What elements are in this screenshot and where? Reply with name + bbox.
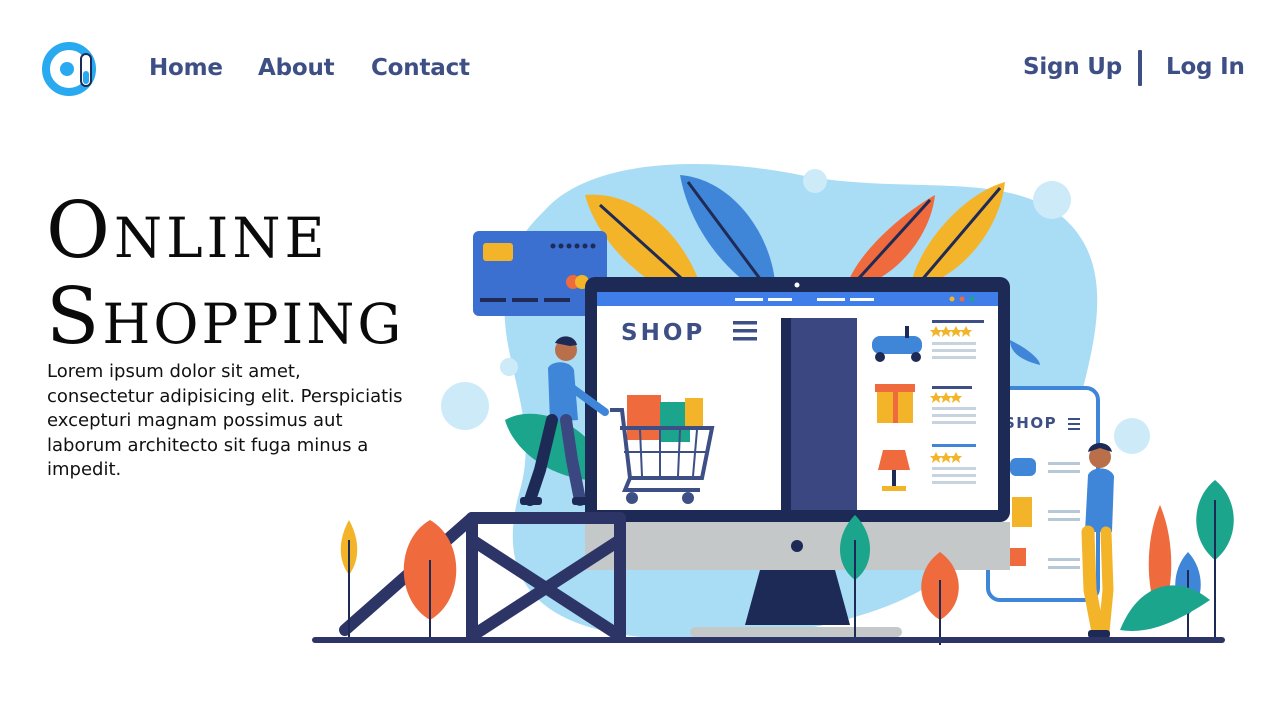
ground-line [312, 637, 1225, 643]
gift-icon [875, 384, 915, 423]
desktop-shop-label: SHOP [621, 320, 705, 346]
nav-contact-link[interactable]: Contact [371, 54, 470, 82]
log-in-link[interactable]: Log In [1166, 53, 1245, 81]
nav-home-link[interactable]: Home [149, 54, 223, 82]
nav-divider [1138, 50, 1142, 86]
logo-icon[interactable] [42, 41, 98, 97]
online-shopping-illustration: SHOP SHOP [312, 164, 1234, 645]
nav-about-link[interactable]: About [258, 54, 335, 82]
sign-up-link[interactable]: Sign Up [1023, 53, 1122, 81]
phone-shop-label: SHOP [1004, 414, 1057, 432]
